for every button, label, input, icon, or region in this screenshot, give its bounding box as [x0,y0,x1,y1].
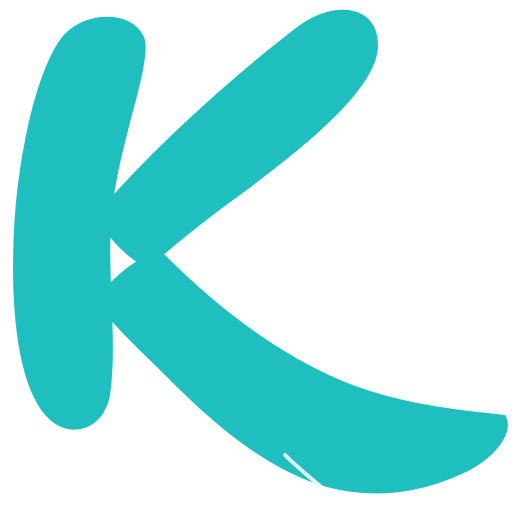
letter-k-icon [13,9,508,498]
app-icon-canvas [0,0,512,512]
k-lower-leg-stroke [95,254,508,494]
